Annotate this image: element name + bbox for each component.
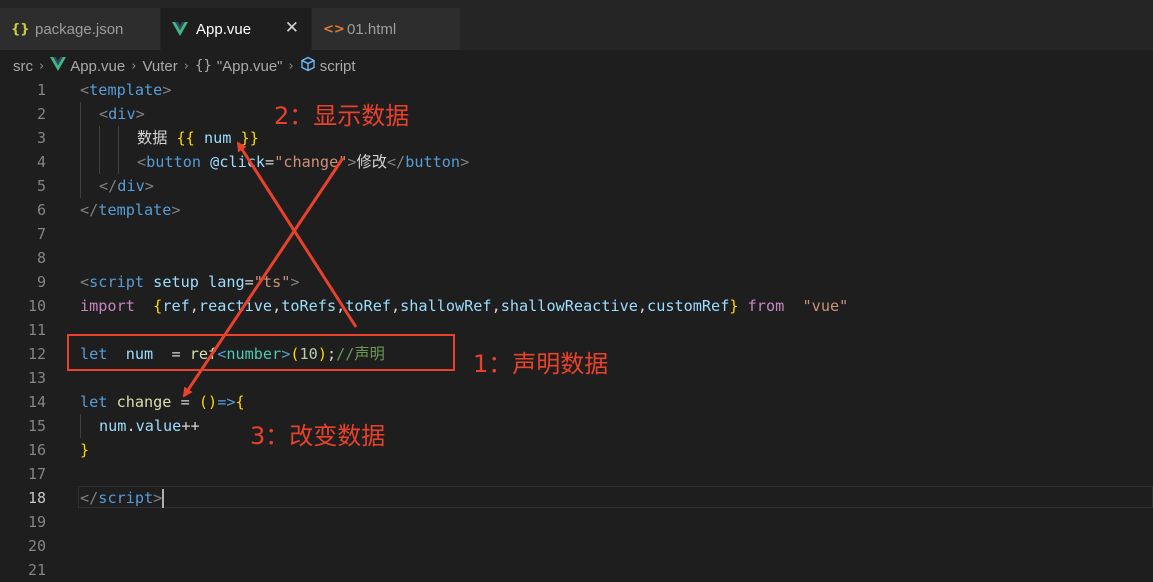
- arrow-to-change: [182, 157, 345, 398]
- annotation-arrows: [182, 141, 358, 398]
- arrow-to-display: [236, 141, 358, 328]
